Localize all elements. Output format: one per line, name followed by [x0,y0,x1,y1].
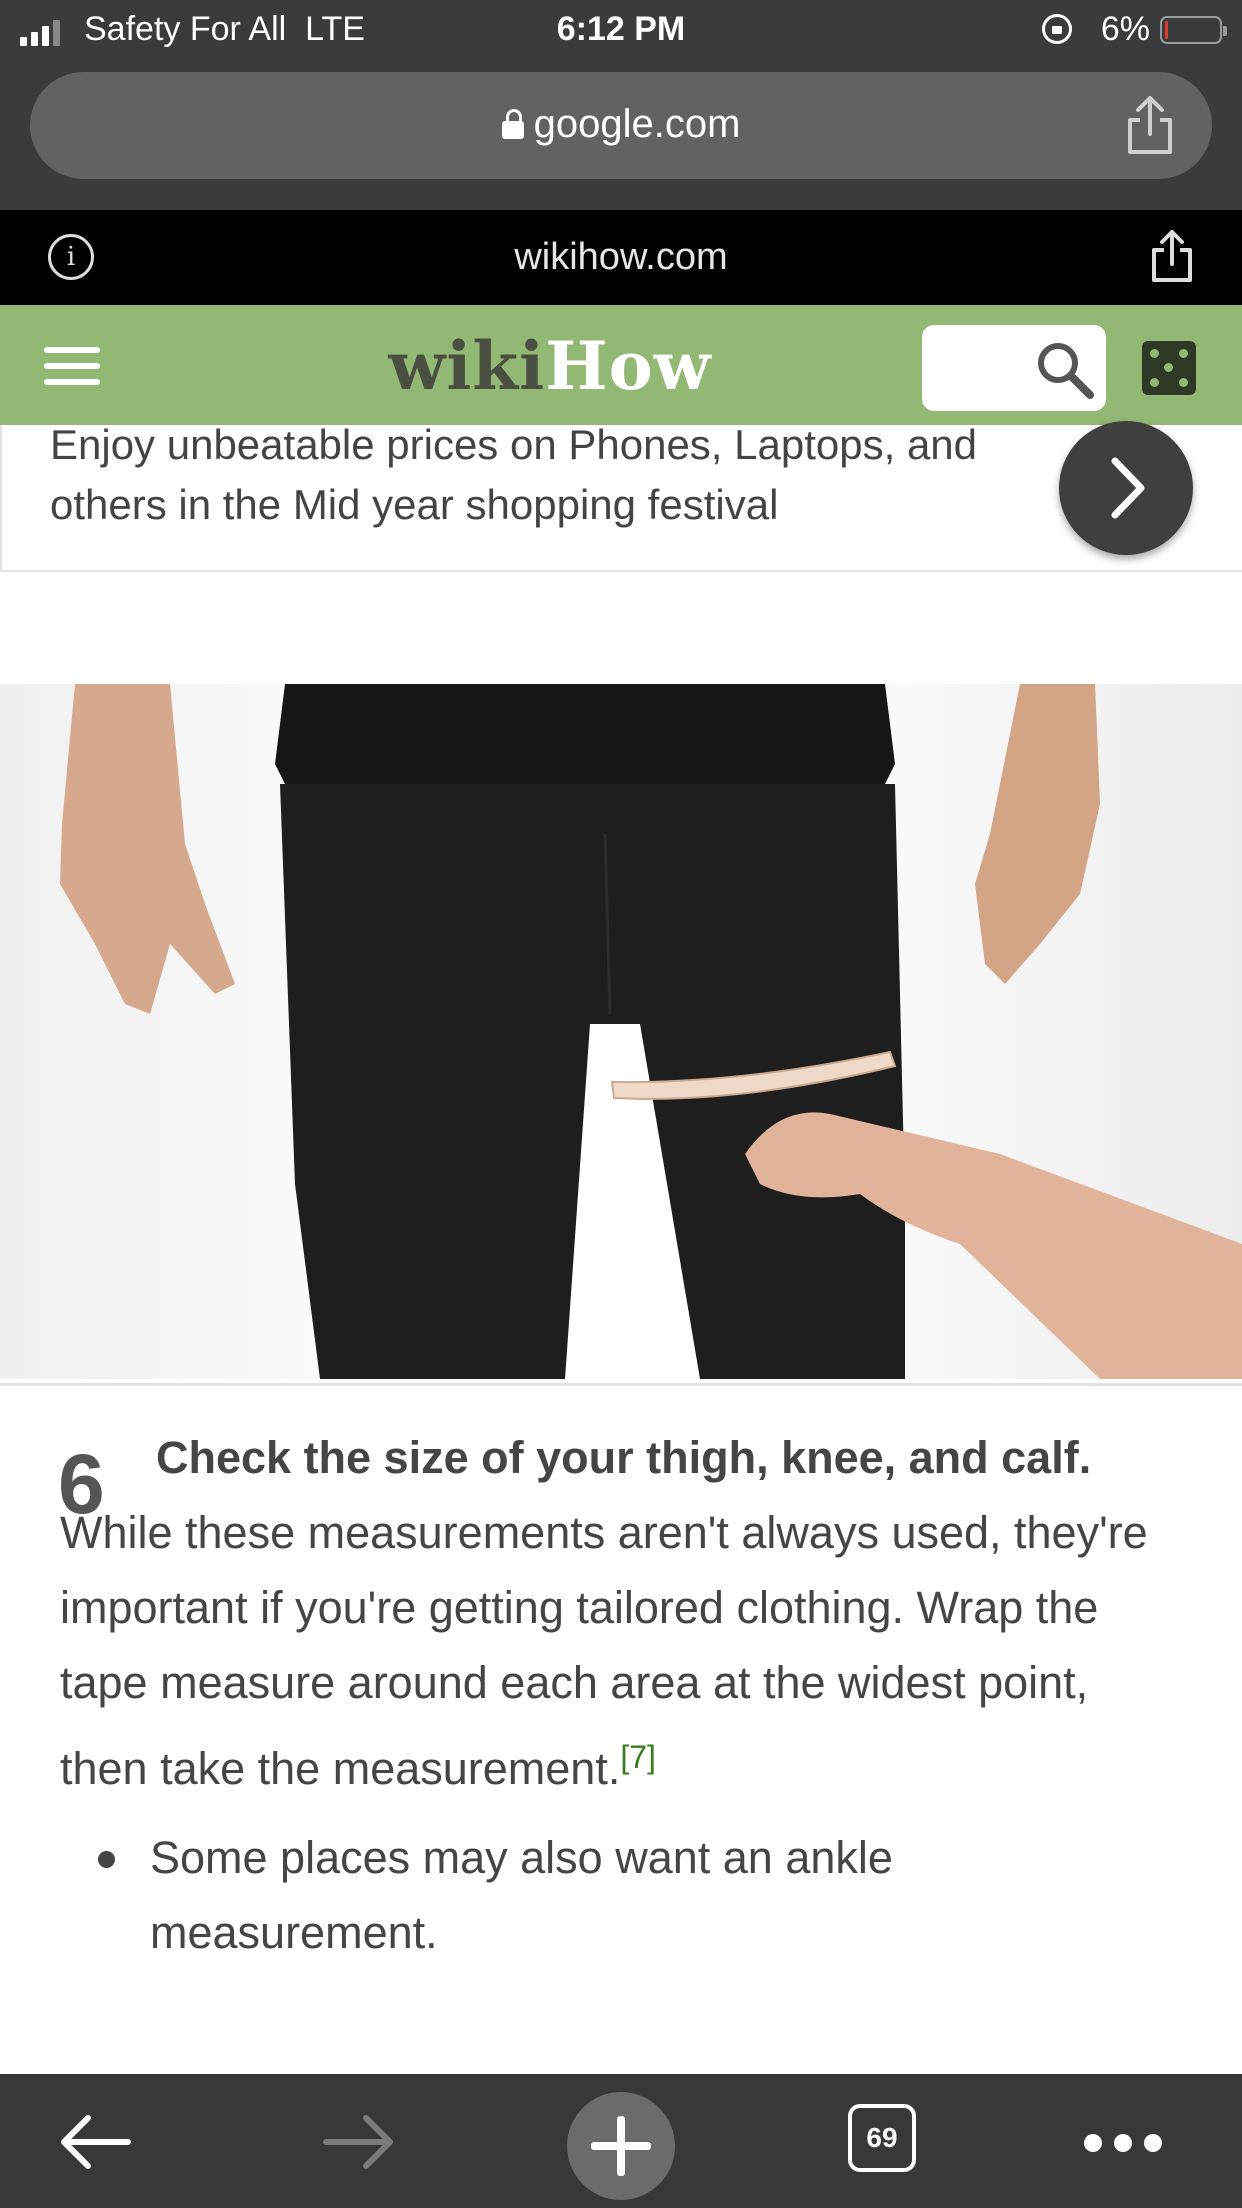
step-body-text: While these measurements aren't always u… [60,1507,1148,1794]
divider [0,1383,1242,1386]
wikihow-header: wikiHow [0,305,1242,425]
url-host: google.com [30,102,1212,147]
ad-text: Enjoy unbeatable prices on Phones, Lapto… [50,421,978,528]
more-icon[interactable] [1084,2134,1162,2152]
site-bar: i wikihow.com [0,210,1242,305]
battery-level [1165,21,1168,39]
step-title: Check the size of your thigh, knee, and … [156,1432,1092,1483]
bullet-dot [98,1851,115,1868]
search-icon[interactable] [1034,339,1096,401]
dice-icon[interactable] [1142,341,1196,395]
battery-icon [1160,16,1227,44]
rotation-lock-icon [1042,14,1072,44]
browser-toolbar: 69 [0,2074,1242,2208]
step-image [0,684,1242,1379]
share-icon[interactable] [1146,228,1198,286]
status-bar: Safety For All LTE 6:12 PM 6% [0,0,1242,62]
site-domain: wikihow.com [514,236,728,278]
citation-link[interactable]: [7] [620,1739,656,1775]
ad-banner[interactable]: Enjoy unbeatable prices on Phones, Lapto… [0,421,1242,572]
battery-percent: 6% [1100,10,1150,48]
forward-arrow-icon[interactable] [318,2112,398,2172]
lock-icon [501,109,524,139]
ad-next-button[interactable] [1059,421,1193,555]
back-arrow-icon[interactable] [56,2112,136,2172]
share-icon[interactable] [1120,94,1180,158]
step-text: Check the size of your thigh, knee, and … [60,1420,1180,1806]
url-bar[interactable]: google.com [30,72,1212,179]
search-input[interactable] [922,325,1106,411]
tabs-count-icon[interactable]: 69 [848,2104,916,2172]
chevron-right-icon [1111,457,1145,519]
bullet-item: Some places may also want an ankle measu… [150,1832,893,1958]
plus-icon[interactable] [567,2092,675,2200]
